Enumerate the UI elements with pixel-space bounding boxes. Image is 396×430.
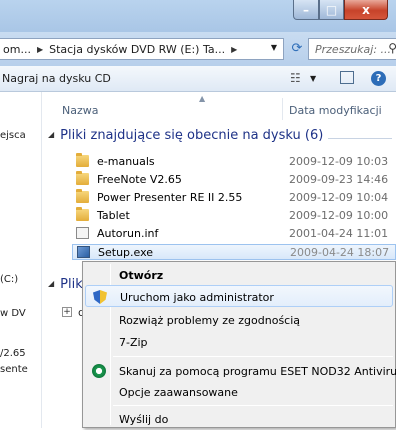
expand-icon[interactable]: + [62,307,72,317]
eset-antivirus-icon [92,364,106,378]
file-date: 2009-09-23 14:46 [289,173,389,186]
help-icon[interactable]: ? [371,71,386,86]
file-row[interactable]: e-manuals 2009-12-09 10:03 [42,153,396,170]
file-date: 2009-12-09 10:03 [289,155,389,168]
nav-item[interactable]: /2.65 [0,348,26,359]
menu-separator [113,356,393,357]
folder-icon [76,189,89,203]
file-name: Autorun.inf [97,227,159,240]
application-icon [77,246,90,258]
menu-label: Otwórz [119,269,164,282]
context-menu: Otwórz Uruchom jako administrator Rozwią… [82,261,396,428]
search-placeholder: Przeszukaj: ... [315,43,392,56]
title-bar: – □ x [0,0,396,32]
menu-label: 7-Zip [119,336,148,349]
close-button[interactable]: x [344,0,388,20]
chevron-right-icon[interactable]: ▶ [231,45,237,54]
chevron-down-icon[interactable]: ▼ [271,43,277,52]
group-title: Pliki znajdujące się obecnie na dysku (6… [60,128,324,143]
menu-label: Skanuj za pomocą programu ESET NOD32 Ant… [119,365,396,378]
chevron-down-icon[interactable]: ▼ [310,74,316,83]
nav-item[interactable]: sente [0,364,28,375]
nav-item[interactable]: w DV [0,308,26,319]
folder-icon [76,171,89,185]
window-controls: – □ x [293,0,388,20]
column-name[interactable]: Nazwa [62,104,98,117]
breadcrumb-computer[interactable]: om... [3,43,31,56]
file-row[interactable]: Tablet 2009-12-09 10:00 [42,207,396,224]
menu-label: Rozwiąż problemy ze zgodnością [119,314,301,327]
breadcrumb-dvd-drive[interactable]: Stacja dysków DVD RW (E:) Ta... [49,43,225,56]
collapse-icon[interactable]: ◢ [48,279,54,288]
menu-label: Uruchom jako administrator [120,291,274,304]
file-name: Power Presenter RE II 2.55 [97,191,243,204]
address-row: om... ▶ Stacja dysków DVD RW (E:) Ta... … [0,32,396,66]
file-name: FreeNote V2.65 [97,173,182,186]
menu-item-run-as-admin[interactable]: Uruchom jako administrator [85,285,393,307]
file-row-selected[interactable]: Setup.exe 2009-04-24 18:07 [72,244,396,260]
command-bar: Nagraj na dysku CD ☷ ▼ ? [0,66,396,92]
file-name: Tablet [97,209,130,222]
burn-disc-button[interactable]: Nagraj na dysku CD [2,72,111,85]
folder-icon [76,207,89,221]
preview-pane-icon[interactable] [340,71,354,84]
column-divider[interactable] [282,98,283,120]
search-input[interactable]: Przeszukaj: ... ⚲ [308,38,396,60]
collapse-icon[interactable]: ◢ [48,130,54,139]
navigation-pane[interactable]: ejsca (C:) w DV /2.65 sente [0,92,42,428]
column-header: Nazwa ▲ Data modyfikacji [42,92,396,120]
view-options-icon[interactable]: ☷ [290,71,301,85]
menu-separator [113,405,393,406]
settings-file-icon [76,227,89,239]
group-divider [328,138,392,139]
file-row[interactable]: FreeNote V2.65 2009-09-23 14:46 [42,171,396,188]
menu-item-eset-scan[interactable]: Skanuj za pomocą programu ESET NOD32 Ant… [85,360,396,382]
file-date: 2001-04-24 11:01 [289,227,389,240]
sort-arrow-icon: ▲ [199,94,206,103]
file-name: e-manuals [97,155,155,168]
file-name: Setup.exe [98,246,154,259]
menu-item-troubleshoot[interactable]: Rozwiąż problemy ze zgodnością [85,309,393,331]
file-row[interactable]: Autorun.inf 2001-04-24 11:01 [42,226,396,242]
file-date: 2009-04-24 18:07 [290,246,390,259]
group-header-current[interactable]: ◢ Pliki znajdujące się obecnie na dysku (… [42,128,396,148]
minimize-button[interactable]: – [293,0,319,20]
refresh-icon[interactable]: ⟳ [288,40,306,58]
folder-icon [76,153,89,167]
maximize-button[interactable]: □ [319,0,344,20]
menu-item-advanced-options[interactable]: Opcje zaawansowane [85,381,393,403]
nav-item[interactable]: ejsca [0,130,26,141]
group-header-pending[interactable]: ◢ Pliki [42,277,86,292]
menu-item-7zip[interactable]: 7-Zip [85,331,393,353]
column-date[interactable]: Data modyfikacji [289,104,382,117]
shield-icon [93,290,107,304]
file-row[interactable]: Power Presenter RE II 2.55 2009-12-09 10… [42,189,396,206]
file-date: 2009-12-09 10:04 [289,191,389,204]
file-date: 2009-12-09 10:00 [289,209,389,222]
chevron-right-icon[interactable]: ▶ [37,45,43,54]
menu-item-open[interactable]: Otwórz [85,264,393,286]
menu-label: Wyślij do [119,413,169,426]
address-bar[interactable]: om... ▶ Stacja dysków DVD RW (E:) Ta... … [0,38,284,60]
menu-label: Opcje zaawansowane [119,386,238,399]
search-icon[interactable]: ⚲ [388,41,396,55]
menu-item-send-to[interactable]: Wyślij do [85,408,393,430]
nav-item[interactable]: (C:) [0,274,18,285]
